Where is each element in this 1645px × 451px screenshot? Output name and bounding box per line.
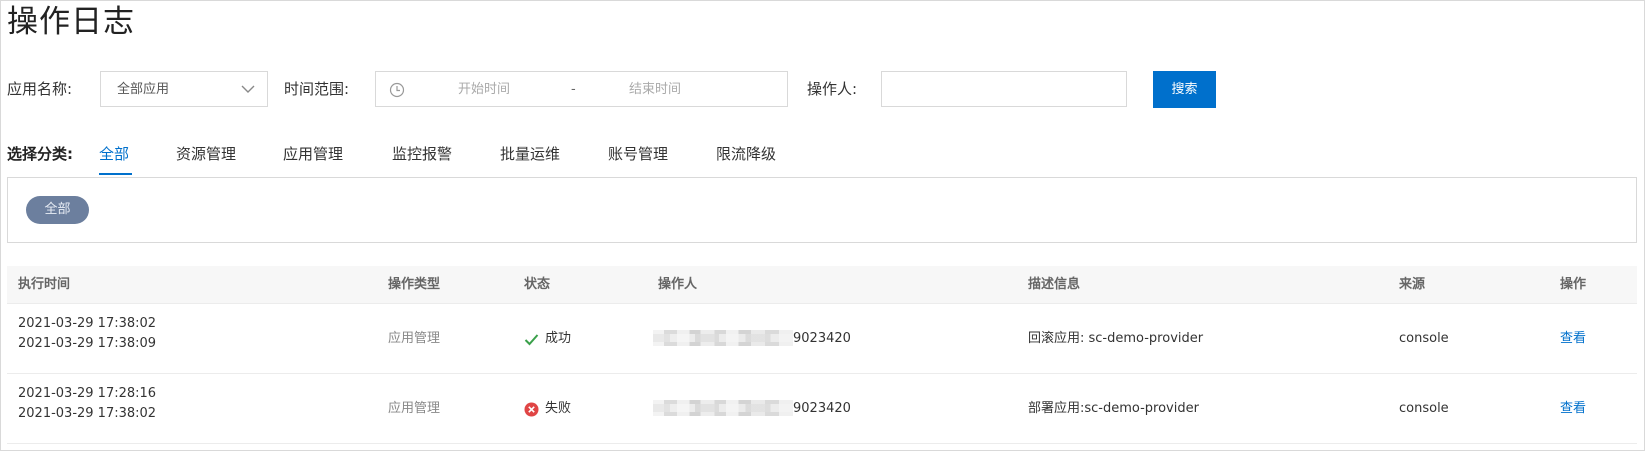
tab-batch-ops[interactable]: 批量运维 (500, 144, 560, 164)
status-badge: 成功 (524, 329, 571, 349)
time-separator: - (571, 82, 576, 97)
view-link[interactable]: 查看 (1560, 399, 1586, 419)
chevron-down-icon (241, 85, 255, 93)
filter-pill-all[interactable]: 全部 (26, 196, 89, 224)
error-circle-icon (524, 402, 539, 416)
time-end-input[interactable]: 结束时间 (629, 80, 681, 100)
tab-all[interactable]: 全部 (99, 144, 129, 164)
search-button[interactable]: 搜索 (1153, 71, 1216, 108)
app-select[interactable]: 全部应用 (100, 71, 268, 107)
category-label: 选择分类: (7, 145, 73, 163)
time-start-input[interactable]: 开始时间 (458, 80, 510, 100)
tab-app-management[interactable]: 应用管理 (283, 144, 343, 164)
status-text: 成功 (545, 331, 572, 346)
op-type: 应用管理 (388, 401, 441, 416)
tab-monitoring-alerts[interactable]: 监控报警 (392, 144, 452, 164)
operator-label: 操作人: (807, 80, 858, 98)
time-range-label: 时间范围: (284, 80, 350, 98)
exec-time-start: 2021-03-29 17:28:16 (18, 386, 157, 401)
op-type: 应用管理 (388, 331, 441, 346)
time-range-picker[interactable]: 开始时间 - 结束时间 (375, 71, 788, 107)
exec-time-end: 2021-03-29 17:38:02 (18, 406, 157, 421)
col-source: 来源 (1399, 277, 1426, 292)
exec-time-end: 2021-03-29 17:38:09 (18, 336, 157, 351)
operator-input[interactable] (881, 71, 1127, 107)
status-text: 失败 (545, 401, 572, 416)
check-icon (524, 333, 539, 345)
tab-resource-management[interactable]: 资源管理 (176, 144, 236, 164)
tab-rate-limiting[interactable]: 限流降级 (716, 144, 776, 164)
category-filter-panel: 全部 (7, 177, 1637, 243)
col-op-type: 操作类型 (388, 277, 441, 292)
col-operator: 操作人 (658, 277, 698, 292)
table-row: 2021-03-29 17:38:02 2021-03-29 17:38:09 … (7, 304, 1637, 374)
page-title: 操作日志 (7, 4, 135, 40)
status-badge: 失败 (524, 399, 571, 419)
description: 回滚应用: sc-demo-provider (1028, 331, 1204, 346)
redacted-operator (653, 330, 793, 346)
table-header: 执行时间 操作类型 状态 操作人 描述信息 来源 操作 (7, 266, 1637, 304)
redacted-operator (653, 400, 793, 416)
operator-id-suffix: 9023420 (793, 401, 851, 416)
clock-icon (389, 82, 405, 98)
app-select-value: 全部应用 (117, 82, 170, 97)
col-description: 描述信息 (1028, 277, 1081, 292)
operator-id-suffix: 9023420 (793, 331, 851, 346)
col-action: 操作 (1560, 277, 1587, 292)
app-name-label: 应用名称: (7, 80, 73, 98)
col-status: 状态 (524, 277, 551, 292)
active-tab-indicator (99, 173, 132, 175)
col-exec-time: 执行时间 (18, 277, 71, 292)
tab-account-management[interactable]: 账号管理 (608, 144, 668, 164)
description: 部署应用:sc-demo-provider (1028, 401, 1199, 416)
source: console (1399, 401, 1449, 416)
exec-time-start: 2021-03-29 17:38:02 (18, 316, 157, 331)
view-link[interactable]: 查看 (1560, 329, 1586, 349)
table-row: 2021-03-29 17:28:16 2021-03-29 17:38:02 … (7, 374, 1637, 444)
source: console (1399, 331, 1449, 346)
